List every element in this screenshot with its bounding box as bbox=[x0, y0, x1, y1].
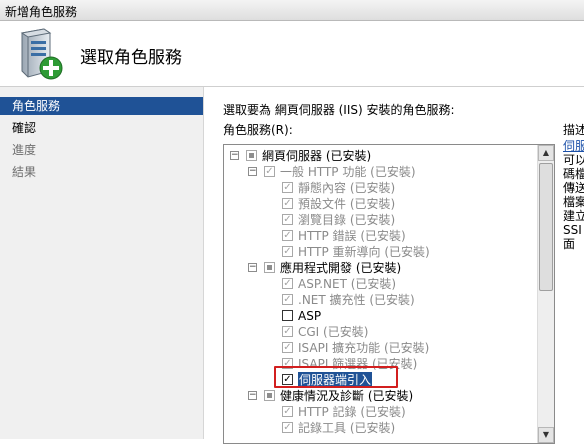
role-services-label: 角色服務(R): bbox=[223, 123, 293, 137]
tree-item-label: ASP bbox=[298, 309, 322, 323]
description-line: 碼檔 bbox=[563, 167, 584, 181]
tree-item-label: 瀏覽目錄 (已安裝) bbox=[298, 213, 396, 227]
step-progress: 進度 bbox=[12, 143, 37, 157]
description-text: 伺服 可以 碼檔 傳送 檔案 建立 SSI 面 bbox=[563, 139, 584, 251]
description-link[interactable]: 伺服 bbox=[563, 139, 584, 153]
tree-item[interactable]: ✓ 瀏覽目錄 (已安裝) bbox=[224, 212, 536, 228]
tree-item-label: 一般 HTTP 功能 (已安裝) bbox=[280, 165, 416, 179]
role-service-checkbox[interactable]: ✓ bbox=[282, 230, 293, 241]
role-service-checkbox[interactable]: ✓ bbox=[282, 246, 293, 257]
tree-item[interactable]: − ✓ 一般 HTTP 功能 (已安裝) bbox=[224, 164, 536, 180]
description-line: 面 bbox=[563, 237, 576, 251]
tree-item-label: 應用程式開發 (已安裝) bbox=[280, 261, 402, 275]
role-service-checkbox[interactable]: ✓ bbox=[282, 198, 293, 209]
tree-item-label: HTTP 重新導向 (已安裝) bbox=[298, 245, 430, 259]
description-line: 建立 bbox=[563, 209, 584, 223]
tree-item-label: 記錄工具 (已安裝) bbox=[298, 421, 396, 435]
role-service-checkbox[interactable]: ✓ bbox=[282, 294, 293, 305]
tree-item[interactable]: ✓ ISAPI 擴充功能 (已安裝) bbox=[224, 340, 536, 356]
role-service-checkbox[interactable] bbox=[282, 310, 293, 321]
role-service-checkbox[interactable]: ✓ bbox=[282, 422, 293, 433]
collapse-icon[interactable]: − bbox=[248, 167, 257, 176]
tree-item-label: ASP.NET (已安裝) bbox=[298, 277, 397, 291]
instruction-text: 選取要為 網頁伺服器 (IIS) 安裝的角色服務: bbox=[223, 103, 455, 117]
tree-item[interactable]: ✓ ASP.NET (已安裝) bbox=[224, 276, 536, 292]
role-service-checkbox[interactable]: ✓ bbox=[282, 182, 293, 193]
tree-item[interactable]: − 應用程式開發 (已安裝) bbox=[224, 260, 536, 276]
step-results: 結果 bbox=[12, 165, 37, 179]
page-title: 選取角色服務 bbox=[80, 48, 182, 68]
tree-item[interactable]: ✓ CGI (已安裝) bbox=[224, 324, 536, 340]
scroll-down-button[interactable]: ▼ bbox=[538, 427, 554, 443]
tree-item[interactable]: ✓ 預設文件 (已安裝) bbox=[224, 196, 536, 212]
tree-item[interactable]: ASP bbox=[224, 308, 536, 324]
server-add-icon bbox=[20, 28, 63, 80]
title-bar: 新增角色服務 bbox=[0, 0, 584, 21]
wizard-steps: 角色服務 確認 進度 結果 bbox=[0, 87, 204, 439]
window-title: 新增角色服務 bbox=[5, 5, 78, 19]
collapse-icon[interactable]: − bbox=[248, 391, 257, 400]
role-service-checkbox[interactable]: ✓ bbox=[282, 278, 293, 289]
tree-item[interactable]: − 網頁伺服器 (已安裝) bbox=[224, 148, 536, 164]
role-service-checkbox[interactable]: ✓ bbox=[282, 406, 293, 417]
tree-item-label: 靜態內容 (已安裝) bbox=[298, 181, 396, 195]
role-service-checkbox[interactable] bbox=[264, 262, 275, 273]
step-confirmation[interactable]: 確認 bbox=[12, 119, 36, 137]
highlight-annotation-box bbox=[274, 366, 398, 388]
step-role-services[interactable]: 角色服務 bbox=[0, 97, 203, 115]
description-line: SSI bbox=[563, 223, 582, 237]
collapse-icon[interactable]: − bbox=[248, 263, 257, 272]
tree-item-label: CGI (已安裝) bbox=[298, 325, 369, 339]
role-service-checkbox[interactable] bbox=[246, 150, 257, 161]
scroll-thumb[interactable] bbox=[539, 163, 553, 291]
role-service-checkbox[interactable]: ✓ bbox=[282, 326, 293, 337]
tree-item[interactable]: ✓ HTTP 錯誤 (已安裝) bbox=[224, 228, 536, 244]
tree-item-label: 預設文件 (已安裝) bbox=[298, 197, 396, 211]
role-service-checkbox[interactable]: ✓ bbox=[282, 214, 293, 225]
tree-item-label: 網頁伺服器 (已安裝) bbox=[262, 149, 372, 163]
tree-item[interactable]: ✓ 記錄工具 (已安裝) bbox=[224, 420, 536, 436]
scroll-up-button[interactable]: ▲ bbox=[538, 145, 554, 161]
description-line: 傳送 bbox=[563, 181, 584, 195]
role-service-checkbox[interactable]: ✓ bbox=[264, 166, 275, 177]
tree-item[interactable]: − 健康情況及診斷 (已安裝) bbox=[224, 388, 536, 404]
header: 選取角色服務 bbox=[0, 21, 584, 87]
vertical-scrollbar[interactable]: ▲ ▼ bbox=[537, 145, 554, 443]
tree-item-label: ISAPI 擴充功能 (已安裝) bbox=[298, 341, 430, 355]
role-service-checkbox[interactable] bbox=[264, 390, 275, 401]
tree-item-label: HTTP 記錄 (已安裝) bbox=[298, 405, 406, 419]
tree-item[interactable]: ✓ 靜態內容 (已安裝) bbox=[224, 180, 536, 196]
description-line: 檔案 bbox=[563, 195, 584, 209]
collapse-icon[interactable]: − bbox=[230, 151, 239, 160]
tree-item[interactable]: ✓ HTTP 重新導向 (已安裝) bbox=[224, 244, 536, 260]
tree-item-label: 健康情況及診斷 (已安裝) bbox=[280, 389, 414, 403]
tree-item-label: HTTP 錯誤 (已安裝) bbox=[298, 229, 406, 243]
role-services-tree[interactable]: − 網頁伺服器 (已安裝) − ✓ 一般 HTTP 功能 (已安裝) ✓ 靜態內容 (已安裝… bbox=[223, 144, 555, 444]
tree-item[interactable]: ✓ HTTP 記錄 (已安裝) bbox=[224, 404, 536, 420]
description-title: 描述 bbox=[563, 123, 584, 137]
tree-item-label: .NET 擴充性 (已安裝) bbox=[298, 293, 415, 307]
role-service-checkbox[interactable]: ✓ bbox=[282, 342, 293, 353]
description-line: 可以 bbox=[563, 153, 584, 167]
tree-item[interactable]: ✓ .NET 擴充性 (已安裝) bbox=[224, 292, 536, 308]
